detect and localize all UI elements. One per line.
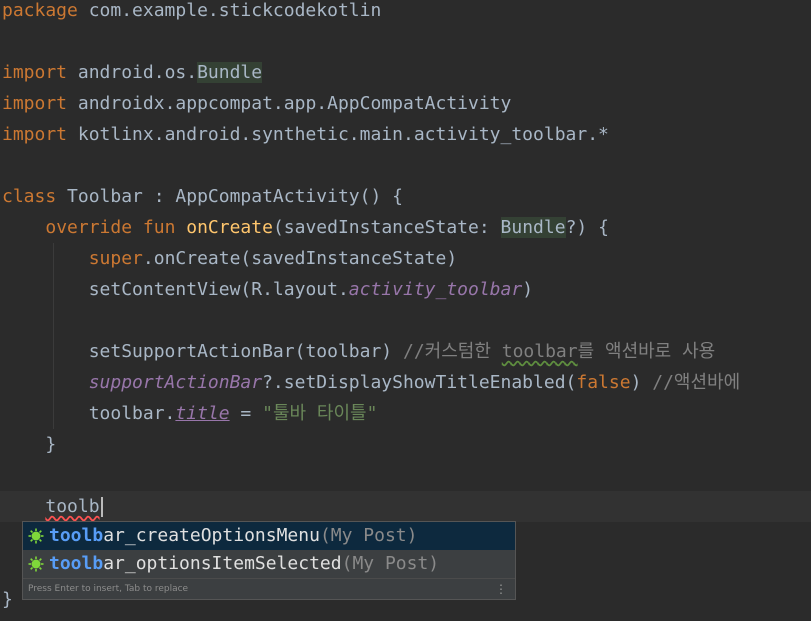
method-icon — [28, 556, 44, 572]
code-text: kotlinx.android.synthetic.main.activity_… — [67, 124, 609, 145]
method-icon — [28, 528, 44, 544]
keyword: class — [2, 186, 57, 207]
code-text: ) — [522, 279, 534, 300]
text-caret — [100, 497, 103, 517]
code-text: ?) { — [565, 217, 609, 238]
code-line-10[interactable]: setContentView(R.layout.activity_toolbar… — [2, 274, 533, 305]
code-text: androidx.appcompat.app.AppCompatActivity — [67, 93, 512, 114]
code-line-9[interactable]: super.onCreate(savedInstanceState) — [2, 243, 457, 274]
function-name: onCreate — [186, 217, 273, 238]
code-line-1[interactable]: package com.example.stickcodekotlin — [2, 0, 381, 26]
keyword: false — [576, 372, 631, 393]
autocomplete-footer: Press Enter to insert, Tab to replace ⋮ — [23, 578, 515, 600]
code-line-4[interactable]: import androidx.appcompat.app.AppCompatA… — [2, 88, 511, 119]
code-text: (savedInstanceState: — [272, 217, 501, 238]
code-text: } — [2, 589, 13, 610]
comment-typo-word: toolbar — [501, 341, 578, 362]
code-line-14[interactable]: toolbar.title = "툴바 타이틀" — [2, 398, 378, 429]
current-line-highlight — [0, 491, 811, 522]
completion-match: toolb — [49, 525, 104, 546]
comment: //액션바에 — [652, 372, 741, 393]
code-line-7[interactable]: class Toolbar : AppCompatActivity() { — [2, 181, 403, 212]
typed-text: toolb — [45, 496, 100, 517]
code-line-12[interactable]: setSupportActionBar(toolbar) //커스텀한 tool… — [2, 336, 716, 367]
code-text: .onCreate(savedInstanceState) — [142, 248, 458, 269]
code-text: toolbar. — [88, 403, 176, 424]
autocomplete-item[interactable]: toolb ar_createOptionsMenu (My Post) — [23, 522, 515, 550]
code-line-15[interactable]: } — [2, 429, 56, 460]
code-text: android.os. — [67, 62, 198, 83]
keyword: super — [88, 248, 143, 269]
string-literal: "툴바 타이틀" — [262, 403, 378, 424]
code-line-17[interactable]: toolb — [2, 491, 103, 522]
code-text: ) — [630, 372, 653, 393]
code-text: Toolbar : AppCompatActivity() { — [56, 186, 403, 207]
keyword: override fun — [45, 217, 176, 238]
completion-context: (My Post) — [341, 553, 440, 574]
keyword: import — [2, 124, 68, 145]
code-line-8[interactable]: override fun onCreate(savedInstanceState… — [2, 212, 609, 243]
code-text: setContentView(R.layout. — [88, 279, 349, 300]
completion-context: (My Post) — [319, 525, 418, 546]
autocomplete-item[interactable]: toolb ar_optionsItemSelected (My Post) — [23, 550, 515, 578]
keyword: import — [2, 62, 68, 83]
keyword: import — [2, 93, 68, 114]
code-text: com.example.stickcodekotlin — [77, 0, 382, 21]
more-options-icon[interactable]: ⋮ — [495, 579, 507, 600]
code-line-5[interactable]: import kotlinx.android.synthetic.main.ac… — [2, 119, 609, 150]
property-reference: title — [175, 403, 230, 424]
code-text: setSupportActionBar(toolbar) — [88, 341, 403, 362]
code-text: } — [45, 434, 57, 455]
code-line-3[interactable]: import android.os.Bundle — [2, 57, 263, 88]
code-line-20[interactable]: } — [2, 584, 13, 615]
property-reference: supportActionBar — [88, 372, 263, 393]
completion-name: ar_createOptionsMenu — [103, 525, 320, 546]
code-line-13[interactable]: supportActionBar?.setDisplayShowTitleEna… — [2, 367, 740, 398]
comment: //커스텀한 — [402, 341, 502, 362]
keyword: package — [2, 0, 78, 21]
completion-name: ar_optionsItemSelected — [103, 553, 342, 574]
autocomplete-hint: Press Enter to insert, Tab to replace — [28, 584, 189, 594]
highlighted-identifier: Bundle — [500, 217, 566, 238]
property-reference: activity_toolbar — [348, 279, 523, 300]
highlighted-identifier: Bundle — [197, 62, 263, 83]
code-text: ?.setDisplayShowTitleEnabled( — [262, 372, 577, 393]
completion-match: toolb — [49, 553, 104, 574]
code-text: = — [229, 403, 263, 424]
comment: 를 액션바로 사용 — [577, 341, 716, 362]
autocomplete-popup[interactable]: toolb ar_createOptionsMenu (My Post) toolb… — [22, 521, 516, 600]
